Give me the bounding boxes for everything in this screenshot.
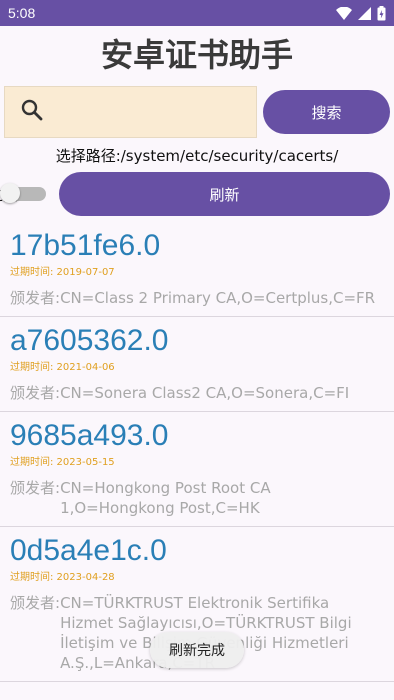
status-bar: 5:08 bbox=[0, 0, 394, 26]
issuer-value: CN=Sonera Class2 CA,O=Sonera,C=FI bbox=[60, 384, 350, 402]
issuer-value: CN=Class 2 Primary CA,O=Certplus,C=FR bbox=[60, 289, 376, 307]
certificate-name: a7605362.0 bbox=[10, 324, 169, 357]
status-icons bbox=[336, 5, 386, 21]
issuer-prefix: 颁发者: bbox=[10, 594, 61, 612]
certificate-issuer: 颁发者: CN=Class 2 Primary CA,O=Certplus,C=… bbox=[10, 288, 384, 308]
app-title: 安卓证书助手 bbox=[100, 36, 293, 74]
certificate-expiry: 过期时间: 2023-05-15 bbox=[10, 457, 115, 468]
certificate-expiry: 过期时间: 2019-07-07 bbox=[10, 267, 115, 278]
certificate-item[interactable]: 9685a493.0 过期时间: 2023-05-15 颁发者: CN=Hong… bbox=[0, 412, 394, 527]
issuer-prefix: 颁发者: bbox=[10, 289, 61, 307]
issuer-value: CN=Hongkong Post Root CA 1,O=Hongkong Po… bbox=[60, 479, 271, 517]
path-label: 选择路径:/system/etc/security/cacerts/ bbox=[55, 147, 339, 165]
issuer-prefix: 颁发者: bbox=[10, 384, 61, 402]
certificate-item[interactable]: a7605362.0 过期时间: 2021-04-06 颁发者: CN=Sone… bbox=[0, 317, 394, 412]
issuer-prefix: 颁发者: bbox=[10, 479, 61, 497]
certificate-issuer: 颁发者: CN=Sonera Class2 CA,O=Sonera,C=FI bbox=[10, 383, 384, 403]
cell-signal-icon bbox=[358, 6, 371, 20]
refresh-button[interactable]: 刷新 bbox=[59, 172, 390, 216]
wifi-icon bbox=[336, 6, 352, 20]
search-input[interactable] bbox=[4, 86, 257, 138]
certificate-name: 9685a493.0 bbox=[10, 419, 169, 452]
status-time: 5:08 bbox=[8, 5, 36, 21]
certificate-expiry: 过期时间: 2021-04-06 bbox=[10, 362, 115, 373]
certificate-name: 0d5a4e1c.0 bbox=[10, 534, 167, 567]
battery-icon bbox=[377, 5, 386, 21]
search-icon bbox=[21, 99, 43, 125]
toast-message: 刷新完成 bbox=[150, 632, 244, 668]
certificate-issuer: 颁发者: CN=Hongkong Post Root CA 1,O=Hongko… bbox=[10, 478, 384, 518]
toggle-thumb bbox=[0, 183, 20, 203]
search-button[interactable]: 搜索 bbox=[263, 90, 390, 134]
certificate-list: 17b51fe6.0 过期时间: 2019-07-07 颁发者: CN=Clas… bbox=[0, 222, 394, 682]
expired-toggle[interactable]: 过期 bbox=[0, 180, 56, 210]
certificate-name: 17b51fe6.0 bbox=[10, 229, 161, 262]
certificate-item[interactable]: 17b51fe6.0 过期时间: 2019-07-07 颁发者: CN=Clas… bbox=[0, 222, 394, 317]
certificate-expiry: 过期时间: 2023-04-28 bbox=[10, 572, 115, 583]
